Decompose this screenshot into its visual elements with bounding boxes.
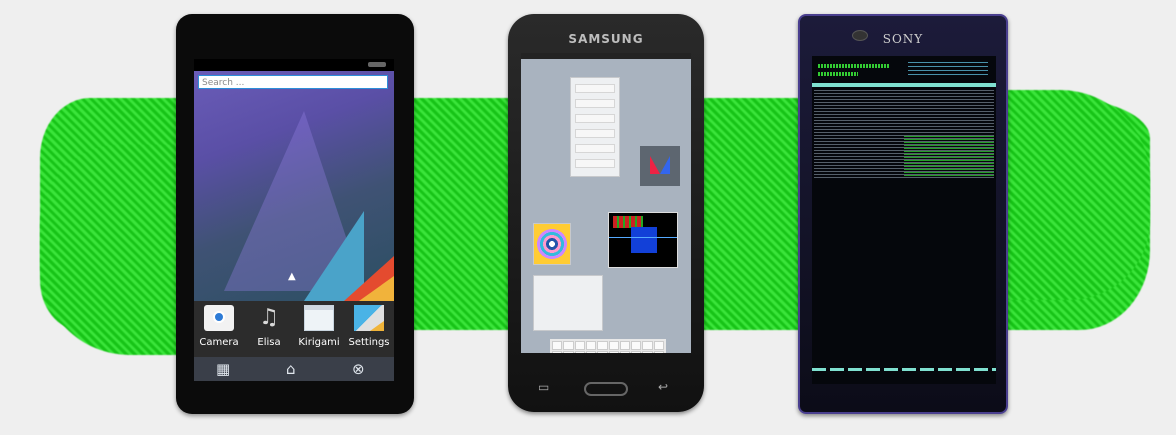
list-item[interactable] xyxy=(575,84,615,93)
dock-app-settings[interactable]: Settings xyxy=(344,305,394,348)
terminal-screen xyxy=(812,56,996,384)
navigation-bar: ▦ ⌂ ⊗ xyxy=(194,357,394,381)
dock-app-label: Elisa xyxy=(257,337,281,348)
cpu-meter xyxy=(818,64,890,68)
dock-app-camera[interactable]: Camera xyxy=(194,305,244,348)
status-bar xyxy=(194,59,394,71)
triangle-demo-window[interactable] xyxy=(640,146,680,186)
wallpaper-shape xyxy=(359,276,394,301)
process-highlight xyxy=(904,136,994,176)
function-key-bar xyxy=(812,368,996,371)
dock-app-label: Kirigami xyxy=(298,337,340,348)
dock-app-label: Camera xyxy=(199,337,239,348)
blank-window[interactable] xyxy=(533,275,603,331)
triangle-shape xyxy=(650,156,660,174)
dock-app-elisa[interactable]: ♫ Elisa xyxy=(244,305,294,348)
rings-demo-window[interactable] xyxy=(533,223,571,265)
sony-phone: SONY xyxy=(798,14,1008,414)
camera-icon xyxy=(204,305,234,331)
list-item[interactable] xyxy=(575,99,615,108)
app-drawer-arrow-icon[interactable]: ▲ xyxy=(288,271,296,282)
brand-logo: SONY xyxy=(882,32,924,46)
list-item[interactable] xyxy=(575,114,615,123)
window-icon xyxy=(304,305,334,331)
status-bar xyxy=(521,53,691,59)
dock-app-label: Settings xyxy=(348,337,390,348)
list-window[interactable] xyxy=(570,77,620,177)
home-button[interactable] xyxy=(584,382,628,396)
phone1-screen: Search ... ▲ Camera ♫ Elisa Kirigami Set… xyxy=(194,59,394,381)
memory-meter xyxy=(818,72,858,76)
samsung-phone: SAMSUNG ▭ ↩ xyxy=(508,14,704,412)
dock-app-kirigami[interactable]: Kirigami xyxy=(294,305,344,348)
search-input[interactable]: Search ... xyxy=(198,75,388,89)
brand-logo: SAMSUNG xyxy=(568,32,644,46)
process-table-header xyxy=(812,83,996,87)
settings-icon xyxy=(354,305,384,331)
demo-line xyxy=(609,237,677,238)
triangle-shape xyxy=(660,156,670,174)
plasma-mobile-phone: Search ... ▲ Camera ♫ Elisa Kirigami Set… xyxy=(176,14,414,414)
list-item[interactable] xyxy=(575,159,615,168)
list-item[interactable] xyxy=(575,144,615,153)
home-icon[interactable]: ⌂ xyxy=(286,360,296,378)
recent-apps-icon[interactable]: ▭ xyxy=(538,380,549,394)
app-dock: Camera ♫ Elisa Kirigami Settings xyxy=(194,301,394,357)
close-icon[interactable]: ⊗ xyxy=(352,360,365,378)
phone2-screen xyxy=(521,53,691,353)
music-note-icon: ♫ xyxy=(259,305,279,330)
on-screen-keyboard[interactable] xyxy=(550,339,666,353)
demo-square xyxy=(631,227,657,253)
grid-demo-window[interactable] xyxy=(608,212,678,268)
back-icon[interactable]: ↩ xyxy=(658,380,668,394)
app-grid-icon[interactable]: ▦ xyxy=(216,360,230,378)
wallpaper xyxy=(194,71,394,301)
system-summary xyxy=(908,62,988,76)
status-indicators xyxy=(368,62,386,67)
list-item[interactable] xyxy=(575,129,615,138)
